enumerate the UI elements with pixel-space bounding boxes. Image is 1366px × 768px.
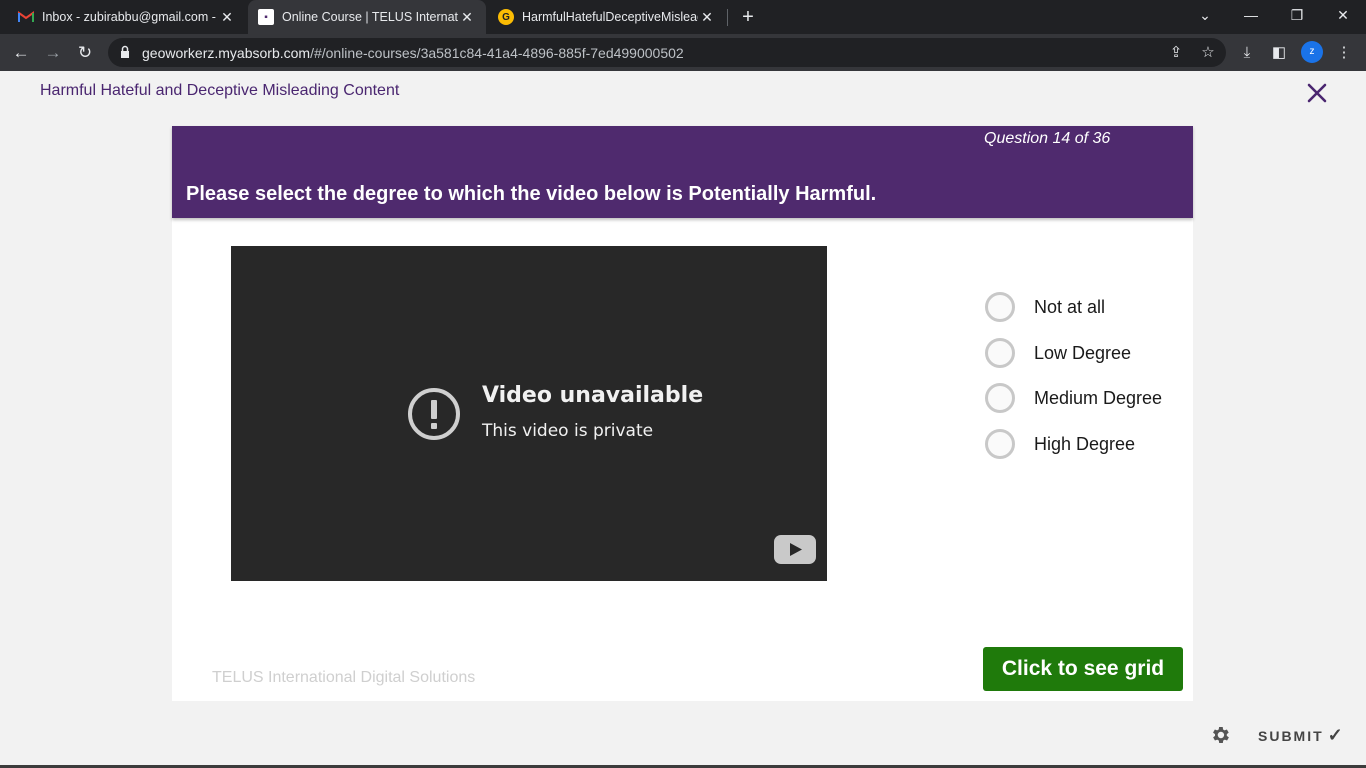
close-course-icon[interactable]	[1303, 79, 1331, 107]
footer-company: TELUS International Digital Solutions	[212, 669, 476, 686]
option-label: Medium Degree	[1034, 387, 1163, 408]
reload-button[interactable]: ↻	[72, 40, 98, 66]
radio-button[interactable]	[985, 383, 1015, 413]
option-label: Low Degree	[1034, 342, 1132, 363]
tab-close-icon[interactable]: ✕	[218, 9, 236, 26]
question-prompt: Please select the degree to which the vi…	[186, 183, 877, 205]
new-tab-button[interactable]: +	[736, 5, 760, 29]
course-title: Harmful Hateful and Deceptive Misleading…	[40, 82, 400, 99]
option-medium-degree[interactable]: Medium Degree	[985, 382, 1162, 414]
video-player[interactable]: Video unavailable This video is private	[231, 246, 827, 581]
tab-separator	[727, 9, 728, 26]
bookmark-star-icon[interactable]: ☆	[1197, 42, 1219, 64]
back-button[interactable]: ←	[8, 40, 34, 66]
restore-button[interactable]: ❐	[1274, 0, 1320, 34]
option-label: High Degree	[1034, 433, 1136, 454]
option-low-degree[interactable]: Low Degree	[985, 337, 1131, 369]
g-icon: G	[498, 9, 514, 25]
radio-button[interactable]	[985, 292, 1015, 322]
lock-icon	[121, 45, 129, 58]
tab-title: Inbox - zubirabbu@gmail.com - G	[42, 10, 218, 24]
tab-close-icon[interactable]: ✕	[698, 9, 716, 26]
address-bar[interactable]: geoworkerz.myabsorb.com/#/online-courses…	[108, 38, 1226, 67]
tab-search-chevron-icon[interactable]: ⌄	[1182, 0, 1228, 34]
side-panel-icon[interactable]: ◧	[1266, 40, 1292, 66]
chrome-menu-icon[interactable]: ⋮	[1331, 40, 1357, 66]
download-icon[interactable]: ⤓	[1234, 40, 1260, 66]
see-grid-button[interactable]: Click to see grid	[983, 647, 1183, 691]
question-header: Question 14 of 36 Please select the degr…	[172, 126, 1193, 218]
tab-close-icon[interactable]: ✕	[458, 9, 476, 26]
tab-online-course[interactable]: ▪ Online Course | TELUS Internation ✕	[248, 0, 486, 34]
tab-title: HarmfulHatefulDeceptiveMisleadi	[522, 10, 698, 24]
submit-button[interactable]: SUBMIT ✓	[1258, 725, 1343, 746]
minimize-button[interactable]: —	[1228, 0, 1274, 34]
option-high-degree[interactable]: High Degree	[985, 428, 1135, 460]
option-label: Not at all	[1034, 296, 1106, 317]
question-counter: Question 14 of 36	[984, 130, 1111, 147]
tab-title: Online Course | TELUS Internation	[282, 10, 458, 24]
gmail-icon	[18, 9, 34, 25]
browser-tab-bar: Inbox - zubirabbu@gmail.com - G ✕ ▪ Onli…	[0, 0, 1366, 34]
browser-toolbar: ← → ↻ geoworkerz.myabsorb.com/#/online-c…	[0, 34, 1366, 71]
tab-gmail[interactable]: Inbox - zubirabbu@gmail.com - G ✕	[8, 0, 246, 34]
url-text: geoworkerz.myabsorb.com/#/online-courses…	[142, 45, 684, 61]
video-error-subtitle: This video is private	[482, 421, 654, 441]
tab-harmful-doc[interactable]: G HarmfulHatefulDeceptiveMisleadi ✕	[488, 0, 726, 34]
profile-avatar[interactable]: z	[1301, 41, 1323, 63]
checkmark-icon: ✓	[1327, 725, 1343, 745]
share-icon[interactable]: ⇪	[1165, 42, 1187, 64]
settings-gear-icon[interactable]	[1209, 724, 1231, 746]
option-not-at-all[interactable]: Not at all	[985, 291, 1105, 323]
alert-circle-icon	[408, 388, 460, 440]
radio-button[interactable]	[985, 429, 1015, 459]
forward-button[interactable]: →	[40, 40, 66, 66]
radio-button[interactable]	[985, 338, 1015, 368]
youtube-logo-icon[interactable]	[774, 535, 816, 564]
submit-label: SUBMIT	[1258, 727, 1324, 744]
question-card: Question 14 of 36 Please select the degr…	[172, 126, 1193, 701]
course-page: Harmful Hateful and Deceptive Misleading…	[0, 71, 1366, 768]
close-window-button[interactable]: ✕	[1320, 0, 1366, 34]
video-error-title: Video unavailable	[482, 383, 704, 408]
telus-icon: ▪	[258, 9, 274, 25]
